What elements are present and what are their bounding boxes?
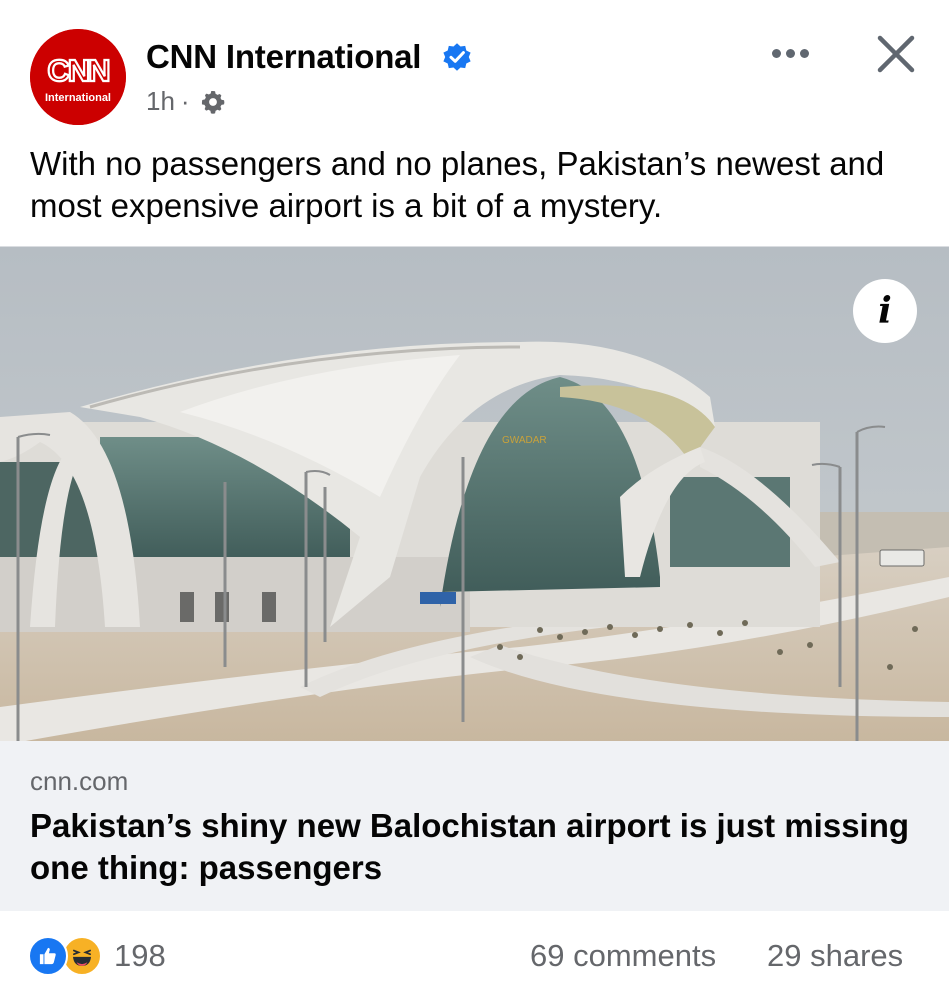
verified-badge-icon [443, 43, 471, 71]
like-reaction-icon [28, 936, 68, 976]
more-dot [785, 48, 795, 58]
close-icon[interactable] [874, 32, 918, 76]
airport-sign-text: GWADAR [502, 435, 547, 446]
haha-reaction-icon [62, 936, 102, 976]
avatar-sub-text: International [45, 92, 111, 104]
shares-count[interactable]: 29 shares [767, 938, 903, 974]
more-dot [799, 48, 809, 58]
meta-separator: · [180, 86, 190, 116]
post-header: CNN International CNN International 1h · [0, 0, 949, 140]
reactions-summary[interactable]: 198 [28, 934, 166, 978]
page-avatar[interactable]: CNN International [30, 29, 126, 125]
info-button[interactable]: i [853, 279, 917, 343]
post-photo[interactable]: GWADAR [0, 246, 949, 741]
post-meta: 1h · [146, 86, 226, 117]
cnn-logo: CNN International [30, 29, 126, 125]
link-domain[interactable]: cnn.com [30, 766, 128, 797]
post-caption: With no passengers and no planes, Pakist… [30, 145, 885, 224]
more-dot [771, 48, 781, 58]
link-title[interactable]: Pakistan’s shiny new Balochistan airport… [30, 805, 920, 889]
airport-photo: GWADAR [0, 247, 949, 741]
post-time[interactable]: 1h [146, 86, 175, 117]
avatar-logo-text: CNN [47, 53, 109, 88]
gear-icon [201, 90, 224, 114]
page-name[interactable]: CNN International [146, 38, 421, 76]
comments-count[interactable]: 69 comments [530, 938, 716, 974]
reaction-count[interactable]: 198 [114, 938, 166, 974]
more-options-icon[interactable] [766, 36, 814, 70]
